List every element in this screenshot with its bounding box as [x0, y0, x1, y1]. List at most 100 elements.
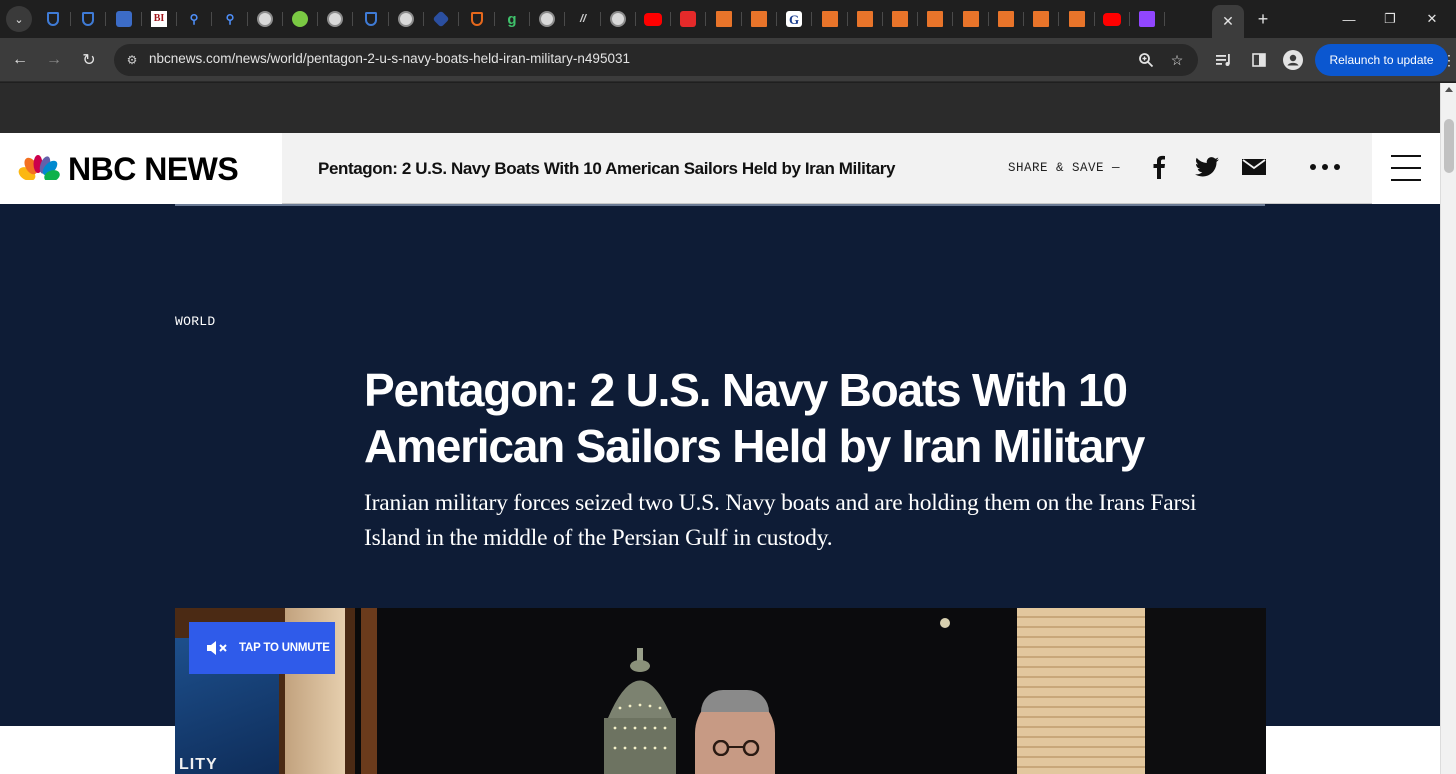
- browser-tab[interactable]: [113, 8, 142, 30]
- browser-tab[interactable]: BI: [148, 8, 177, 30]
- close-icon[interactable]: ✕: [1222, 13, 1234, 30]
- anchor-glasses: [712, 740, 760, 756]
- close-window-button[interactable]: ✕: [1418, 6, 1446, 32]
- profile-avatar-icon[interactable]: [1282, 49, 1304, 71]
- browser-tab[interactable]: [607, 8, 636, 30]
- studio-blinds: [1017, 608, 1145, 774]
- minimize-button[interactable]: —: [1335, 6, 1363, 32]
- tap-to-unmute-button[interactable]: TAP TO UNMUTE: [189, 622, 335, 674]
- play-icon: [292, 11, 308, 27]
- browser-tab[interactable]: [1066, 8, 1095, 30]
- address-bar[interactable]: ⚙ nbcnews.com/news/world/pentagon-2-u-s-…: [114, 44, 1198, 76]
- studio-right-dark: [1145, 608, 1266, 774]
- browser-tab[interactable]: [854, 8, 883, 30]
- browser-tab[interactable]: [1030, 8, 1059, 30]
- email-icon[interactable]: [1241, 153, 1267, 181]
- bookmark-icon: [751, 11, 767, 27]
- shield-icon: [365, 12, 377, 26]
- restore-icon: ❐: [1384, 11, 1396, 26]
- relaunch-to-update-button[interactable]: Relaunch to update: [1315, 44, 1448, 76]
- browser-tab[interactable]: [254, 8, 283, 30]
- browser-tab[interactable]: [1136, 8, 1165, 30]
- browser-tab[interactable]: [819, 8, 848, 30]
- browser-tab[interactable]: [677, 8, 706, 30]
- minimize-icon: —: [1342, 11, 1356, 27]
- video-player[interactable]: LITY TAP TO UNMUTE: [175, 608, 1266, 774]
- more-icon[interactable]: [1308, 153, 1342, 181]
- browser-tab[interactable]: [713, 8, 742, 30]
- divider: [175, 204, 1265, 206]
- browser-tab[interactable]: //: [572, 8, 601, 30]
- new-tab-button[interactable]: +: [1252, 8, 1274, 30]
- muted-speaker-icon: [207, 641, 227, 655]
- browser-tab[interactable]: [995, 8, 1024, 30]
- more-menu-icon[interactable]: ⋮: [1438, 49, 1456, 71]
- studio-screen-text: LITY: [179, 756, 218, 773]
- browser-tab[interactable]: [289, 8, 318, 30]
- section-label[interactable]: WORLD: [175, 314, 216, 329]
- browser-tab[interactable]: [1101, 8, 1130, 30]
- browser-tab[interactable]: [748, 8, 777, 30]
- media-queue-icon[interactable]: [1213, 49, 1235, 71]
- hamburger-menu-icon[interactable]: [1380, 153, 1432, 185]
- browser-tab[interactable]: [77, 8, 106, 30]
- browser-tab[interactable]: g: [501, 8, 530, 30]
- tab-search-button[interactable]: ⌄: [6, 6, 32, 32]
- active-tab[interactable]: ✕: [1212, 5, 1244, 38]
- globe-icon: [257, 11, 273, 27]
- bookmark-icon: [1033, 11, 1049, 27]
- zoom-icon[interactable]: [1136, 50, 1156, 70]
- browser-tab[interactable]: [430, 8, 459, 30]
- hexagon-icon: [432, 10, 450, 28]
- youtube-icon: [644, 12, 662, 26]
- browser-tab[interactable]: ⚲: [183, 8, 212, 30]
- site-info-icon[interactable]: ⚙: [122, 50, 142, 70]
- browser-tab[interactable]: [924, 8, 953, 30]
- search-icon: ⚲: [189, 12, 199, 26]
- browser-tab[interactable]: G: [783, 8, 812, 30]
- facebook-icon[interactable]: [1150, 153, 1168, 181]
- sticky-article-title: Pentagon: 2 U.S. Navy Boats With 10 Amer…: [318, 159, 896, 178]
- close-window-icon: ✕: [1426, 11, 1438, 26]
- article-dek: Iranian military forces seized two U.S. …: [364, 490, 1197, 551]
- scrollbar-thumb[interactable]: [1444, 119, 1454, 173]
- restore-button[interactable]: ❐: [1376, 6, 1404, 32]
- page-viewport: NBC NEWS Pentagon: 2 U.S. Navy Boats Wit…: [0, 83, 1456, 774]
- reload-icon: ↻: [82, 52, 96, 69]
- browser-tab[interactable]: [536, 8, 565, 30]
- article-headline: Pentagon: 2 U.S. Navy Boats With 10 Amer…: [364, 364, 1145, 472]
- red-app-icon: [680, 11, 696, 27]
- browser-tab[interactable]: [960, 8, 989, 30]
- back-button[interactable]: ←: [8, 48, 32, 72]
- url-text[interactable]: nbcnews.com/news/world/pentagon-2-u-s-na…: [149, 51, 630, 66]
- bookmark-star-icon[interactable]: ☆: [1167, 50, 1187, 70]
- twitch-icon: [1139, 11, 1155, 27]
- side-panel-icon[interactable]: [1248, 49, 1270, 71]
- twitter-icon[interactable]: [1194, 153, 1220, 181]
- back-arrow-icon: ←: [12, 51, 28, 68]
- browser-tab[interactable]: [642, 8, 671, 30]
- browser-tab[interactable]: [324, 8, 353, 30]
- forward-button[interactable]: →: [42, 48, 66, 72]
- share-and-save-label: SHARE & SAVE —: [1008, 161, 1121, 175]
- scroll-up-arrow-icon[interactable]: [1445, 87, 1453, 92]
- nbc-news-logo[interactable]: NBC NEWS: [18, 151, 239, 187]
- ublock-icon: [471, 12, 483, 26]
- bookmark-icon: [963, 11, 979, 27]
- browser-tab[interactable]: [360, 8, 389, 30]
- browser-tab[interactable]: ⚲: [219, 8, 248, 30]
- sticky-share-bar: Pentagon: 2 U.S. Navy Boats With 10 Amer…: [282, 133, 1372, 204]
- reload-button[interactable]: ↻: [77, 48, 101, 72]
- shield-icon: [47, 12, 59, 26]
- browser-tab[interactable]: [395, 8, 424, 30]
- browser-tab[interactable]: [889, 8, 918, 30]
- page-scrollbar[interactable]: [1440, 83, 1456, 774]
- browser-tab[interactable]: [466, 8, 495, 30]
- arrow-icon: [116, 11, 132, 27]
- globe-icon: [610, 11, 626, 27]
- g-green-icon: g: [507, 10, 517, 28]
- bookmark-icon: [998, 11, 1014, 27]
- bookmark-icon: [927, 11, 943, 27]
- bookmark-icon: [1069, 11, 1085, 27]
- browser-tab[interactable]: [42, 8, 71, 30]
